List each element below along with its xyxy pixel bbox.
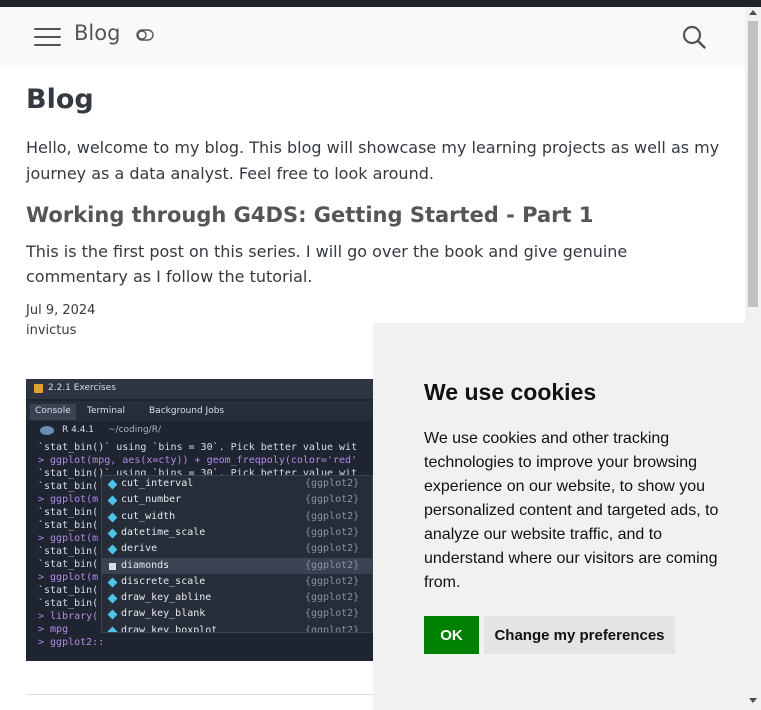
autocomplete-item-package: {ggplot2} [305, 608, 360, 620]
page-title: Blog [26, 84, 94, 115]
color-mode-toggle-icon[interactable] [136, 29, 154, 41]
cookie-preferences-button[interactable]: Change my preferences [484, 616, 675, 654]
autocomplete-item-name: draw_key_boxplot [121, 624, 218, 633]
function-icon [107, 544, 118, 555]
autocomplete-item-package: {ggplot2} [305, 575, 360, 587]
function-icon [107, 626, 118, 632]
autocomplete-item: draw_key_abline {ggplot2} [102, 590, 372, 606]
post-description: This is the first post on this series. I… [26, 242, 628, 286]
post-thumbnail[interactable]: 2.2.1 Exercises Console Terminal Backgro… [26, 379, 373, 661]
console-line: `stat_bin()` using `bins = 30`. Pick bet… [38, 442, 358, 453]
r-version: R 4.4.1 [62, 425, 95, 435]
autocomplete-item-name: cut_interval [121, 478, 194, 489]
autocomplete-item-name: cut_width [121, 510, 176, 522]
console-line: > ggplot2:: [38, 637, 105, 648]
thumbnail-console-path: R 4.4.1 ~/coding/R/ [26, 423, 373, 439]
autocomplete-item: draw_key_boxplot {ggplot2} [102, 623, 372, 633]
dataset-icon [109, 562, 116, 570]
post-date: Jul 9, 2024 [26, 303, 96, 318]
autocomplete-item: cut_interval {ggplot2} [102, 476, 372, 492]
autocomplete-item-name: diamonds [121, 559, 170, 571]
cookie-title: We use cookies [424, 379, 597, 405]
search-icon[interactable] [682, 25, 706, 49]
autocomplete-item: discrete_scale {ggplot2} [102, 574, 372, 590]
autocomplete-item-name: cut_number [121, 494, 182, 506]
navbar-brand[interactable]: Blog [74, 21, 120, 45]
autocomplete-item-name: draw_key_blank [121, 608, 206, 620]
autocomplete-item: draw_key_blank {ggplot2} [102, 606, 372, 622]
autocomplete-item-package: {ggplot2} [305, 559, 360, 571]
function-icon [107, 528, 118, 539]
console-line: > ggplot(mpg, aes(x=cty)) + geom_freqpol… [38, 455, 358, 466]
thumbnail-tab-console: Console [30, 404, 76, 420]
autocomplete-item-package: {ggplot2} [305, 494, 360, 506]
cookie-consent-panel: We use cookies We use cookies and other … [373, 323, 745, 710]
thumbnail-tab-strip: Console Terminal Background Jobs [26, 401, 373, 421]
navbar: Blog [0, 7, 745, 67]
autocomplete-item-package: {ggplot2} [305, 543, 360, 555]
working-directory: ~/coding/R/ [108, 425, 161, 435]
autocomplete-item-package: {ggplot2} [305, 526, 360, 538]
autocomplete-item-package: {ggplot2} [305, 592, 360, 604]
function-icon [107, 512, 118, 523]
r-script-icon [34, 384, 43, 393]
post-author: invictus [26, 323, 77, 338]
function-icon [107, 479, 118, 490]
autocomplete-item: datetime_scale {ggplot2} [102, 525, 372, 541]
autocomplete-item: cut_width {ggplot2} [102, 509, 372, 525]
autocomplete-item-package: {ggplot2} [305, 510, 360, 522]
autocomplete-item: diamonds {ggplot2} [102, 557, 372, 574]
autocomplete-item: derive {ggplot2} [102, 541, 372, 557]
autocomplete-item-name: derive [121, 543, 158, 555]
autocomplete-item: cut_number {ggplot2} [102, 492, 372, 508]
scroll-down-arrow-icon[interactable] [749, 698, 757, 703]
thumbnail-autocomplete-popup: cut_interval {ggplot2} cut_number {ggplot2}… [101, 475, 373, 633]
autocomplete-item-name: datetime_scale [121, 526, 206, 538]
autocomplete-item-name: draw_key_abline [121, 592, 212, 604]
scrollbar-thumb[interactable] [748, 21, 758, 307]
function-icon [107, 593, 118, 604]
cookie-ok-button[interactable]: OK [424, 616, 479, 654]
function-icon [107, 609, 118, 620]
thumbnail-tab-terminal: Terminal [87, 406, 126, 416]
r-logo-icon [40, 426, 54, 435]
autocomplete-item-package: {ggplot2} [305, 624, 360, 633]
scroll-up-arrow-icon[interactable] [749, 10, 757, 15]
browser-top-edge [0, 0, 761, 7]
thumbnail-window-titlebar: 2.2.1 Exercises [26, 379, 373, 399]
function-icon [107, 495, 118, 506]
autocomplete-item-name: discrete_scale [121, 575, 206, 587]
thumbnail-tab-background-jobs: Background Jobs [149, 406, 225, 416]
cookie-description: We use cookies and other tracking techno… [424, 430, 719, 591]
autocomplete-item-package: {ggplot2} [305, 478, 360, 489]
function-icon [107, 577, 118, 588]
intro-text: Hello, welcome to my blog. This blog wil… [26, 138, 720, 183]
hamburger-menu-icon[interactable] [34, 26, 61, 48]
page-scrollbar[interactable] [745, 7, 761, 710]
post-title-link[interactable]: Working through G4DS: Getting Started - … [26, 203, 594, 227]
thumbnail-window-title: 2.2.1 Exercises [48, 383, 116, 393]
